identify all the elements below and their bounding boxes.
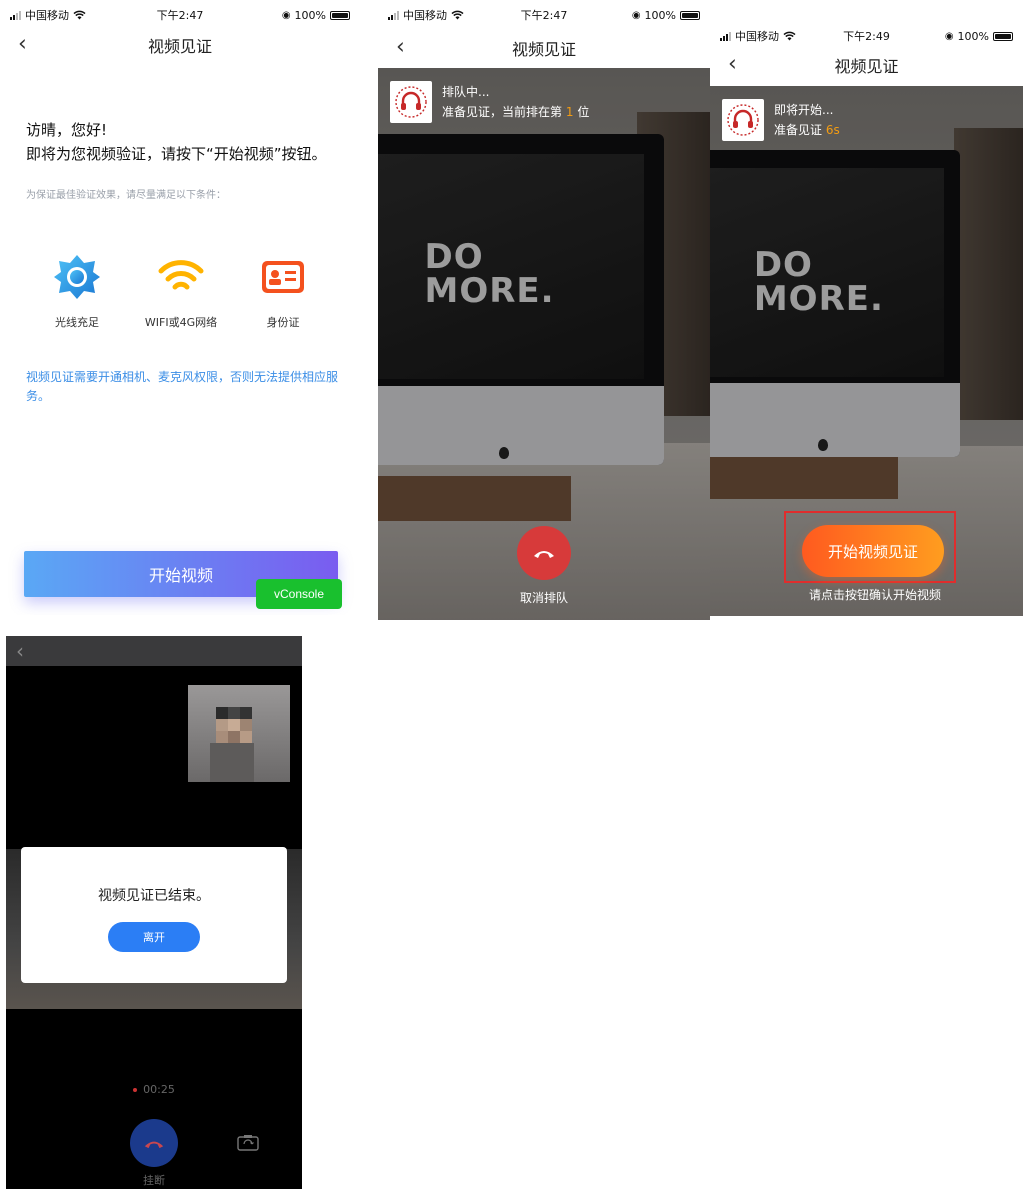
panel-verification-intro: 中国移动 下午2:47 ◉ 100% ‹ 视频见证 访晴，您好! 即将为您视频验… — [0, 0, 360, 615]
headset-icon — [722, 99, 764, 141]
wifi-status-icon — [451, 10, 464, 20]
condition-hint: 为保证最佳验证效果，请尽量满足以下条件： — [26, 190, 226, 201]
battery-icon — [993, 31, 1013, 41]
queue-status: 排队中... 准备见证，当前排在第 1 位 — [390, 81, 589, 123]
back-icon[interactable]: ‹ — [18, 31, 27, 56]
ready-status: 即将开始... 准备见证 6s — [722, 99, 840, 141]
countdown: 6s — [825, 123, 840, 137]
nav-bar: ‹ 视频见证 — [0, 27, 360, 63]
switch-camera-icon[interactable] — [237, 1134, 259, 1151]
page-title: 视频见证 — [834, 57, 899, 76]
battery-label: 100% — [644, 8, 676, 22]
condition-network: WIFI或4G网络 — [126, 250, 236, 330]
alarm-icon: ◉ — [944, 30, 954, 42]
greeting-instruction: 即将为您视频验证，请按下“开始视频”按钮。 — [26, 145, 327, 163]
signal-icon — [388, 10, 399, 20]
alarm-icon: ◉ — [631, 9, 641, 21]
greeting: 访晴，您好! 即将为您视频验证，请按下“开始视频”按钮。 — [26, 118, 327, 166]
battery-icon — [330, 10, 350, 20]
status-bar: 中国移动 下午2:47 ◉ 100% — [0, 0, 360, 30]
carrier-label: 中国移动 — [735, 30, 779, 43]
sun-icon — [54, 255, 100, 299]
alarm-icon: ◉ — [281, 9, 291, 21]
condition-id: 身份证 — [228, 250, 338, 330]
panel-call-ended: ‹ 视频见证已结束。 离开 00:25 挂断 — [6, 636, 302, 1189]
cancel-queue-label: 取消排队 — [519, 591, 568, 605]
wifi-icon — [158, 260, 204, 290]
queue-position: 1 — [565, 105, 574, 119]
nav-bar: ‹ — [6, 636, 302, 666]
vconsole-button[interactable]: vConsole — [256, 579, 342, 609]
hangup-button[interactable] — [130, 1119, 178, 1167]
hangup-icon — [144, 1141, 164, 1148]
headset-icon — [390, 81, 432, 123]
end-dialog: 视频见证已结束。 离开 — [21, 847, 287, 983]
id-card-icon — [262, 261, 304, 293]
battery-icon — [680, 10, 700, 20]
page-title: 视频见证 — [147, 37, 212, 56]
nav-bar: ‹ 视频见证 — [378, 30, 710, 66]
signal-icon — [10, 10, 21, 20]
greeting-name: 访晴，您好! — [26, 121, 108, 139]
call-timer: 00:25 — [6, 1083, 302, 1096]
ready-message: 准备见证 6s — [774, 123, 840, 137]
queue-message: 准备见证，当前排在第 1 位 — [442, 105, 590, 119]
condition-label: WIFI或4G网络 — [144, 316, 218, 329]
carrier-label: 中国移动 — [25, 9, 69, 22]
confirm-caption: 请点击按钮确认开始视频 — [808, 588, 941, 602]
nav-bar: ‹ 视频见证 — [710, 47, 1023, 83]
ready-title: 即将开始... — [774, 103, 834, 117]
cancel-queue-button[interactable] — [517, 526, 571, 580]
queue-title: 排队中... — [442, 85, 490, 99]
dialog-message: 视频见证已结束。 — [98, 888, 210, 904]
condition-light: 光线充足 — [22, 250, 132, 330]
carrier-label: 中国移动 — [403, 9, 447, 22]
panel-queue: 中国移动 下午2:47 ◉ 100% ‹ 视频见证 DO MORE. 排队中..… — [378, 0, 710, 620]
camera-preview: DO MORE. 排队中... 准备见证，当前排在第 1 位 取消排队 — [378, 68, 710, 620]
signal-icon — [720, 31, 731, 41]
condition-label: 光线充足 — [55, 316, 99, 329]
wifi-status-icon — [73, 10, 86, 20]
hangup-icon — [534, 551, 554, 558]
permission-notice: 视频见证需要开通相机、麦克风权限，否则无法提供相应服务。 — [26, 370, 339, 403]
back-icon[interactable]: ‹ — [396, 34, 405, 59]
recording-dot-icon — [133, 1088, 138, 1092]
battery-label: 100% — [957, 29, 989, 43]
battery-label: 100% — [294, 8, 326, 22]
wifi-status-icon — [783, 31, 796, 41]
hangup-label: 挂断 — [143, 1174, 165, 1187]
condition-label: 身份证 — [266, 316, 300, 329]
start-verification-button[interactable]: 开始视频见证 — [802, 525, 944, 577]
page-title: 视频见证 — [511, 40, 576, 59]
status-bar: 中国移动 下午2:47 ◉ 100% — [378, 0, 710, 30]
back-icon[interactable]: ‹ — [16, 639, 24, 663]
self-video-thumbnail — [188, 685, 290, 782]
back-icon[interactable]: ‹ — [728, 51, 737, 76]
leave-button[interactable]: 离开 — [108, 922, 200, 952]
